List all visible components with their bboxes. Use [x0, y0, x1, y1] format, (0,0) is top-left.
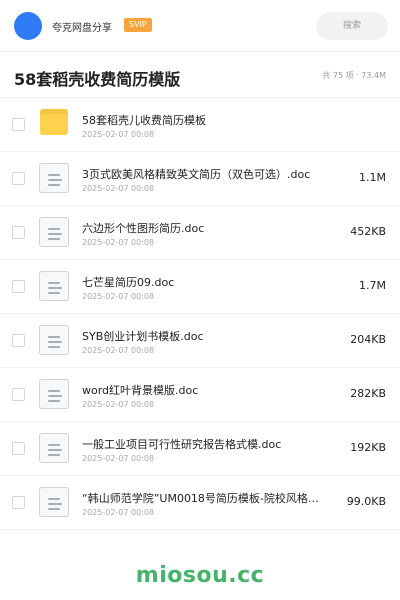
file-date: 2025-02-07 00:08	[82, 400, 155, 409]
file-row[interactable]: 3页式欧美风格精致英文简历（双色可选）.doc 2025-02-07 00:08…	[0, 152, 400, 206]
file-row[interactable]: SYB创业计划书模板.doc 2025-02-07 00:08 204KB	[0, 314, 400, 368]
row-checkbox[interactable]	[12, 388, 25, 401]
file-size: 452KB	[350, 225, 386, 238]
file-name: 七芒星简历09.doc	[82, 276, 175, 289]
file-name: SYB创业计划书模板.doc	[82, 330, 204, 343]
file-row[interactable]: 六边形个性图形简历.doc 2025-02-07 00:08 452KB	[0, 206, 400, 260]
file-date: 2025-02-07 00:08	[82, 130, 155, 139]
row-checkbox[interactable]	[12, 334, 25, 347]
document-icon	[38, 162, 70, 194]
file-row[interactable]: 一般工业项目可行性研究报告格式模.doc 2025-02-07 00:08 19…	[0, 422, 400, 476]
share-meta: 共 75 项 · 73.4M	[322, 71, 386, 80]
header: 夸克网盘分享 SVIP 搜索	[0, 0, 400, 52]
file-name: 一般工业项目可行性研究报告格式模.doc	[82, 438, 282, 451]
file-row[interactable]: 58套稻壳儿收费简历模板 2025-02-07 00:08	[0, 98, 400, 152]
document-icon	[38, 270, 70, 302]
watermark-logo: miosou.cc	[135, 563, 265, 588]
row-checkbox[interactable]	[12, 118, 25, 131]
file-date: 2025-02-07 00:08	[82, 292, 155, 301]
document-icon	[38, 432, 70, 464]
file-size: 282KB	[350, 387, 386, 400]
file-name: 六边形个性图形简历.doc	[82, 222, 205, 235]
share-title-bar: 58套稻壳收费简历模版 共 75 项 · 73.4M	[0, 52, 400, 98]
file-size: 204KB	[350, 333, 386, 346]
file-date: 2025-02-07 00:08	[82, 508, 155, 517]
owner-name: 夸克网盘分享	[52, 23, 112, 34]
file-date: 2025-02-07 00:08	[82, 184, 155, 193]
document-icon	[38, 486, 70, 518]
file-name: word红叶背景模版.doc	[82, 384, 199, 397]
row-checkbox[interactable]	[12, 442, 25, 455]
avatar[interactable]	[14, 12, 42, 40]
row-checkbox[interactable]	[12, 280, 25, 293]
file-date: 2025-02-07 00:08	[82, 454, 155, 463]
file-list: 58套稻壳儿收费简历模板 2025-02-07 00:08 3页式欧美风格精致英…	[0, 98, 400, 530]
file-size: 1.1M	[359, 171, 386, 184]
file-row[interactable]: word红叶背景模版.doc 2025-02-07 00:08 282KB	[0, 368, 400, 422]
document-icon	[38, 216, 70, 248]
file-size: 99.0KB	[346, 495, 386, 508]
file-row[interactable]: 七芒星简历09.doc 2025-02-07 00:08 1.7M	[0, 260, 400, 314]
folder-icon	[38, 108, 70, 140]
file-name: 58套稻壳儿收费简历模板	[82, 114, 206, 127]
file-name: “韩山师范学院”UM0018号简历模板-院校风格.…	[82, 492, 322, 505]
svip-badge: SVIP	[124, 18, 152, 32]
file-size: 192KB	[350, 441, 386, 454]
file-row[interactable]: “韩山师范学院”UM0018号简历模板-院校风格.… 2025-02-07 00…	[0, 476, 400, 530]
row-checkbox[interactable]	[12, 226, 25, 239]
file-date: 2025-02-07 00:08	[82, 238, 155, 247]
watermark-area: miosou.cc	[0, 552, 400, 600]
document-icon	[38, 378, 70, 410]
page-title: 58套稻壳收费简历模版	[14, 70, 181, 89]
file-date: 2025-02-07 00:08	[82, 346, 155, 355]
file-name: 3页式欧美风格精致英文简历（双色可选）.doc	[82, 168, 311, 181]
file-size: 1.7M	[359, 279, 386, 292]
row-checkbox[interactable]	[12, 172, 25, 185]
search-button[interactable]: 搜索	[316, 12, 388, 40]
document-icon	[38, 324, 70, 356]
row-checkbox[interactable]	[12, 496, 25, 509]
